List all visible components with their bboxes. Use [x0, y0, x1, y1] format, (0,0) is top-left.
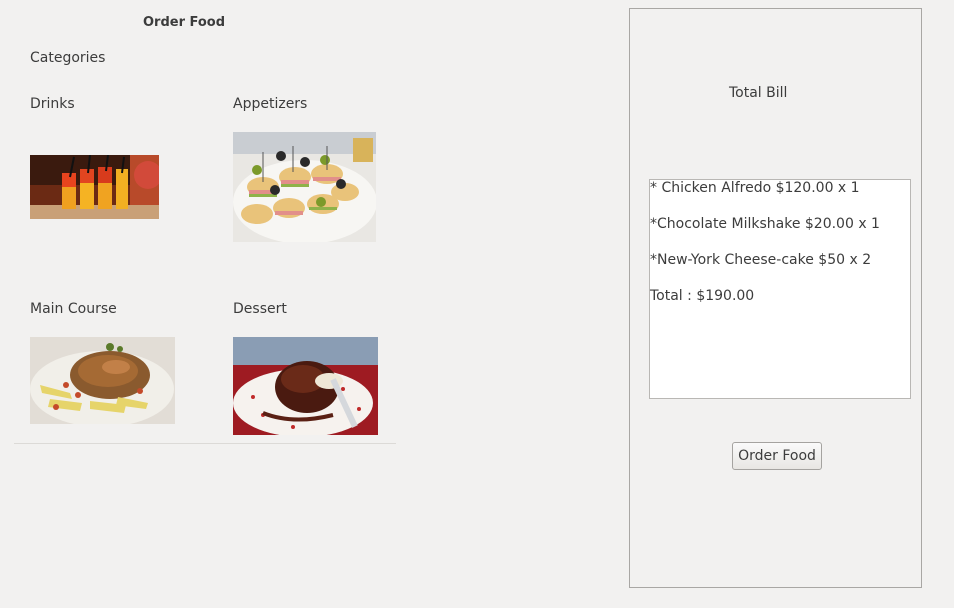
- main-course-image[interactable]: [30, 337, 175, 424]
- bill-total: Total : $190.00: [650, 288, 755, 304]
- appetizers-image[interactable]: [233, 132, 376, 242]
- category-label-main-course: Main Course: [30, 301, 117, 317]
- page-title: Order Food: [143, 15, 226, 30]
- bill-line-item: *Chocolate Milkshake $20.00 x 1: [650, 216, 880, 232]
- categories-heading: Categories: [30, 50, 106, 66]
- bill-line-item: *New-York Cheese-cake $50 x 2: [650, 252, 872, 268]
- drinks-image[interactable]: [30, 155, 159, 219]
- menu-divider: [14, 443, 396, 444]
- bill-text-area[interactable]: * Chicken Alfredo $120.00 x 1 *Chocolate…: [649, 179, 911, 399]
- bill-title: Total Bill: [729, 85, 788, 101]
- category-label-drinks: Drinks: [30, 96, 75, 112]
- order-food-button[interactable]: Order Food: [732, 442, 822, 470]
- dessert-image[interactable]: [233, 337, 378, 435]
- category-label-appetizers: Appetizers: [233, 96, 308, 112]
- category-label-dessert: Dessert: [233, 301, 287, 317]
- bill-line-item: * Chicken Alfredo $120.00 x 1: [650, 180, 860, 196]
